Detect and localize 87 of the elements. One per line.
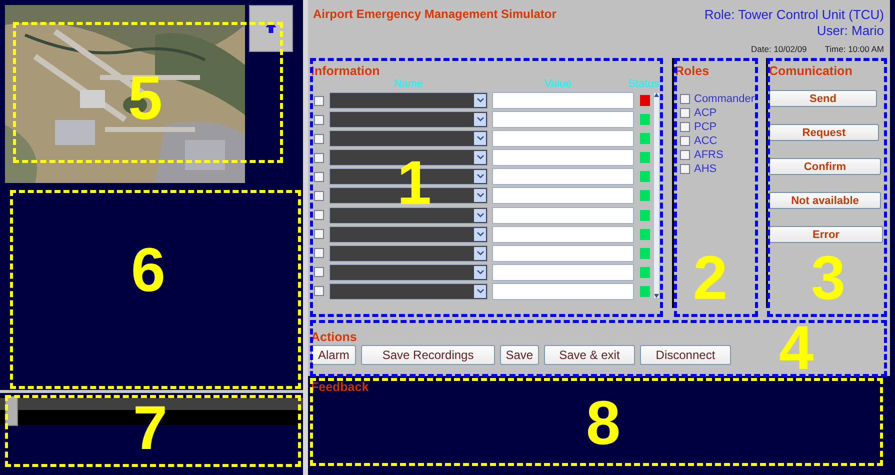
annotation-number: 7 [133, 398, 168, 460]
role-checkbox[interactable] [680, 108, 690, 118]
row-checkbox[interactable] [314, 96, 324, 106]
annotation-number: 6 [131, 240, 166, 302]
value-field[interactable] [492, 264, 634, 281]
up-button[interactable] [249, 5, 293, 52]
communication-button[interactable]: Request [769, 124, 879, 141]
annotation-number: 3 [811, 248, 846, 310]
value-field[interactable] [492, 187, 634, 204]
roles-heading: Roles [675, 64, 710, 78]
value-field[interactable] [492, 149, 634, 166]
action-button[interactable]: Save Recordings [361, 345, 495, 365]
action-button[interactable]: Alarm [311, 345, 356, 365]
chevron-down-icon [476, 117, 484, 122]
actions-heading: Actions [311, 330, 358, 344]
column-header: Status [628, 78, 660, 90]
value-field[interactable] [492, 244, 634, 262]
role-checkbox[interactable] [680, 150, 690, 160]
value-field[interactable] [492, 111, 634, 128]
column-header: Value [544, 78, 572, 90]
row-checkbox[interactable] [314, 152, 324, 163]
row-checkbox[interactable] [314, 286, 324, 296]
row-checkbox[interactable] [314, 267, 324, 278]
chevron-down-icon [476, 288, 484, 294]
chevron-down-icon [476, 232, 484, 237]
communication-heading: Comunication [769, 64, 854, 78]
name-dropdown[interactable] [329, 92, 488, 109]
up-arrow-icon [266, 22, 276, 33]
date-text: Date: 10/02/09 [751, 44, 807, 54]
role-checkbox[interactable] [680, 164, 690, 174]
communication-button[interactable]: Not available [769, 192, 881, 209]
communication-button[interactable]: Send [769, 90, 877, 107]
app-title: Airport Emergency Management Simulator [313, 7, 556, 23]
action-button[interactable]: Save & exit [544, 345, 635, 365]
role-label: ACP [694, 107, 717, 119]
chevron-down-icon [476, 98, 484, 103]
name-dropdown[interactable] [329, 282, 488, 300]
time-text: Time: 10:00 AM [824, 44, 884, 54]
scroll-up-icon[interactable] [654, 93, 659, 97]
value-field[interactable] [492, 92, 634, 109]
row-checkbox[interactable] [314, 190, 324, 201]
row-checkbox[interactable] [314, 210, 324, 220]
role-label: AFRS [694, 149, 724, 161]
value-field[interactable] [492, 168, 634, 186]
row-checkbox[interactable] [314, 134, 324, 144]
chevron-down-icon [476, 174, 484, 180]
name-dropdown[interactable] [329, 264, 488, 281]
feedback-heading: Feedback [311, 380, 369, 394]
role-checkbox[interactable] [680, 122, 690, 132]
annotation-number: 8 [586, 393, 620, 455]
row-checkbox[interactable] [314, 229, 324, 240]
chevron-down-icon [476, 193, 484, 198]
action-button[interactable]: Save [500, 345, 540, 365]
role-label: AHS [694, 163, 717, 175]
chevron-down-icon [476, 250, 484, 256]
information-heading: Information [311, 64, 381, 78]
chevron-down-icon [476, 136, 484, 142]
role-label: ACC [694, 135, 718, 147]
row-checkbox[interactable] [314, 114, 324, 125]
communication-button[interactable]: Confirm [769, 158, 881, 175]
value-field[interactable] [492, 282, 634, 300]
name-dropdown[interactable] [329, 226, 488, 243]
action-button[interactable]: Disconnect [640, 345, 732, 365]
name-dropdown[interactable] [329, 111, 488, 128]
row-checkbox[interactable] [314, 248, 324, 258]
row-checkbox[interactable] [314, 172, 324, 182]
user-text: User: Mario [816, 23, 884, 39]
value-field[interactable] [492, 206, 634, 224]
annotation-number: 4 [779, 318, 814, 380]
annotation-number: 2 [693, 248, 728, 310]
column-header: Name [394, 78, 424, 90]
scrollbar[interactable] [653, 92, 660, 299]
communication-button[interactable]: Error [769, 226, 883, 243]
name-dropdown[interactable] [329, 244, 488, 262]
chevron-down-icon [476, 212, 484, 218]
chevron-down-icon [476, 270, 484, 275]
name-dropdown[interactable] [329, 206, 488, 224]
role-text: Role: Tower Control Unit (TCU) [704, 7, 884, 23]
role-label: Commander [694, 93, 755, 105]
scroll-down-icon[interactable] [654, 294, 659, 298]
value-field[interactable] [492, 130, 634, 148]
name-dropdown[interactable] [329, 130, 488, 148]
role-checkbox[interactable] [680, 136, 690, 146]
value-field[interactable] [492, 226, 634, 243]
role-checkbox[interactable] [680, 94, 690, 104]
chevron-down-icon [476, 155, 484, 160]
role-label: PCP [694, 121, 717, 133]
